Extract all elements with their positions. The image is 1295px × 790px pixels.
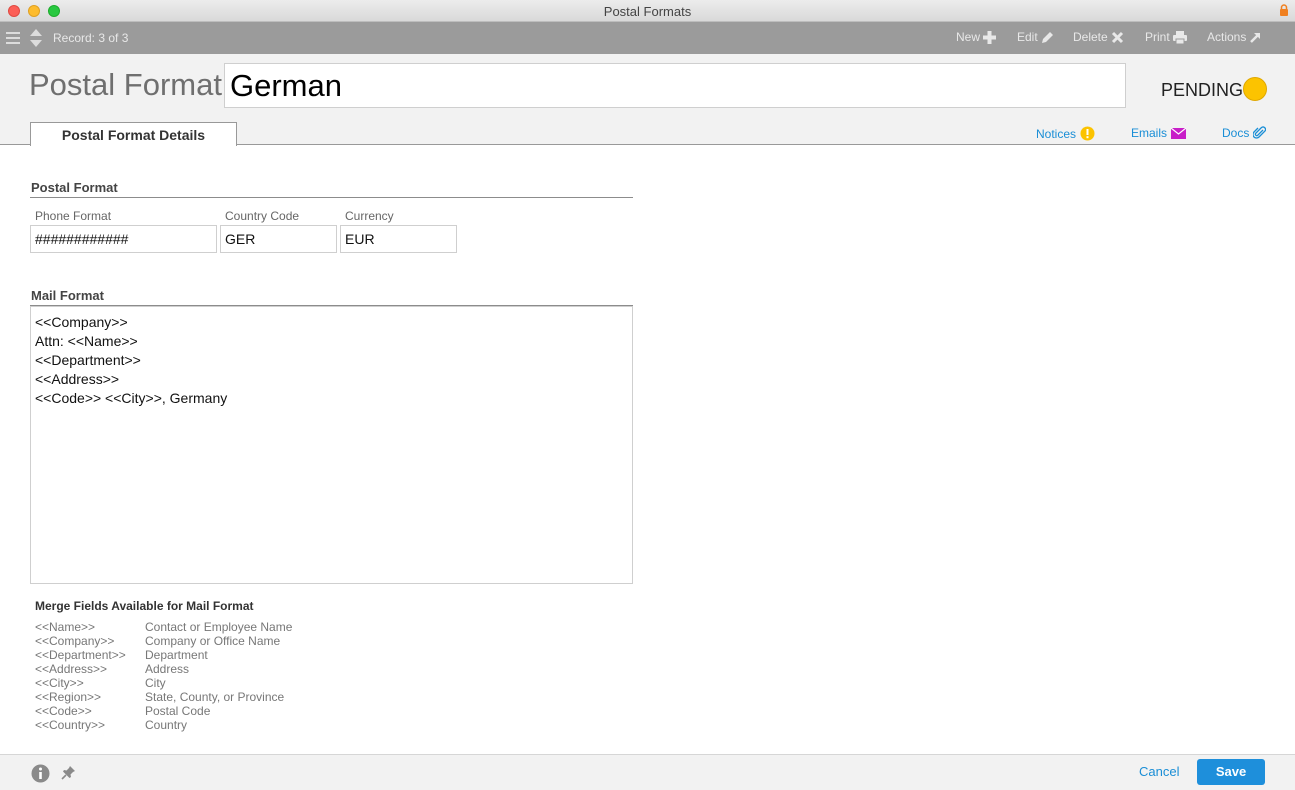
- record-header: Postal Format: PENDING Postal Format Det…: [0, 54, 1295, 146]
- merge-field-code: <<City>>: [35, 676, 84, 690]
- merge-field-description: Contact or Employee Name: [145, 620, 293, 634]
- new-label: New: [956, 30, 981, 44]
- mail-format-line: <<Company>>: [35, 314, 128, 330]
- country-code-input[interactable]: [220, 225, 337, 253]
- delete-x-icon: [1111, 31, 1123, 43]
- merge-field-code: <<Department>>: [35, 648, 126, 662]
- mail-format-line: <<Code>> <<City>>, Germany: [35, 390, 228, 406]
- save-button[interactable]: Save: [1197, 759, 1265, 785]
- emails-link[interactable]: Emails: [1131, 126, 1187, 140]
- arrow-out-icon: [1250, 32, 1261, 43]
- merge-field-description: Country: [145, 718, 188, 732]
- phone-format-input[interactable]: [30, 225, 217, 253]
- tab-postal-format-details[interactable]: Postal Format Details: [30, 122, 237, 146]
- merge-field-code: <<Address>>: [35, 662, 108, 676]
- status-text: PENDING: [1161, 80, 1244, 100]
- currency-input[interactable]: [340, 225, 457, 253]
- mail-format-line: <<Department>>: [35, 352, 141, 368]
- merge-fields-table: <<Name>> Contact or Employee Name <<Compa…: [35, 620, 335, 732]
- merge-field-row: <<Region>> State, County, or Province: [35, 690, 335, 704]
- merge-field-code: <<Company>>: [35, 634, 115, 648]
- delete-label: Delete: [1073, 30, 1108, 44]
- mail-format-section-title: Mail Format: [31, 288, 104, 303]
- pin-icon[interactable]: [61, 765, 76, 780]
- hamburger-menu-icon[interactable]: [6, 31, 20, 45]
- mail-format-line: Attn: <<Name>>: [35, 333, 138, 349]
- exclamation-icon: [1080, 126, 1095, 141]
- merge-field-row: <<Department>> Department: [35, 648, 335, 662]
- paperclip-icon: [1253, 126, 1267, 139]
- toolbar: Record: 3 of 3 New Edit Delete Print Act…: [0, 22, 1295, 54]
- merge-field-code: <<Code>>: [35, 704, 92, 718]
- merge-field-code: <<Region>>: [35, 690, 102, 704]
- merge-field-description: Department: [145, 648, 208, 662]
- merge-field-row: <<Company>> Company or Office Name: [35, 634, 335, 648]
- merge-field-description: State, County, or Province: [145, 690, 285, 704]
- status-indicator[interactable]: [1243, 77, 1267, 101]
- merge-field-row: <<Address>> Address: [35, 662, 335, 676]
- mail-format-line: <<Address>>: [35, 371, 120, 387]
- print-label: Print: [1145, 30, 1170, 44]
- record-navigation-icon[interactable]: [29, 28, 43, 48]
- merge-field-code: <<Country>>: [35, 718, 106, 732]
- postal-format-section-title: Postal Format: [31, 180, 118, 195]
- merge-field-description: Company or Office Name: [145, 634, 281, 648]
- merge-field-description: Postal Code: [145, 704, 211, 718]
- currency-label: Currency: [345, 209, 394, 223]
- info-icon[interactable]: [31, 764, 50, 783]
- cancel-button[interactable]: Cancel: [1139, 764, 1179, 779]
- footer-bar: Cancel Save: [0, 754, 1295, 790]
- record-counter: Record: 3 of 3: [53, 31, 129, 45]
- plus-icon: [983, 30, 997, 44]
- section-divider: [30, 197, 633, 198]
- pencil-icon: [1041, 31, 1053, 43]
- lock-icon[interactable]: [1279, 4, 1289, 17]
- notices-label: Notices: [1036, 126, 1077, 141]
- edit-label: Edit: [1017, 30, 1038, 44]
- docs-link[interactable]: Docs: [1222, 126, 1267, 140]
- merge-field-row: <<Country>> Country: [35, 718, 335, 732]
- country-code-label: Country Code: [225, 209, 300, 223]
- merge-field-row: <<Code>> Postal Code: [35, 704, 335, 718]
- merge-field-row: <<Name>> Contact or Employee Name: [35, 620, 335, 634]
- merge-field-row: <<City>> City: [35, 676, 335, 690]
- docs-label: Docs: [1222, 126, 1250, 140]
- actions-label: Actions: [1207, 30, 1247, 44]
- edit-button[interactable]: Edit: [1017, 30, 1054, 44]
- merge-field-description: Address: [145, 662, 190, 676]
- merge-fields-title: Merge Fields Available for Mail Format: [35, 599, 254, 613]
- notices-link[interactable]: Notices: [1036, 126, 1095, 141]
- print-button[interactable]: Print: [1145, 30, 1187, 44]
- envelope-icon: [1171, 127, 1187, 139]
- printer-icon: [1172, 30, 1187, 44]
- merge-field-code: <<Name>>: [35, 620, 96, 634]
- title-bar: Postal Formats: [0, 0, 1295, 22]
- mail-format-textarea[interactable]: <<Company>> Attn: <<Name>> <<Department>…: [30, 306, 633, 584]
- postal-format-label: Postal Format:: [29, 67, 231, 102]
- emails-label: Emails: [1131, 126, 1168, 140]
- window-title: Postal Formats: [603, 4, 692, 19]
- actions-button[interactable]: Actions: [1207, 30, 1262, 44]
- postal-format-name-input[interactable]: [224, 63, 1126, 108]
- phone-format-label: Phone Format: [35, 209, 112, 223]
- merge-field-description: City: [145, 676, 166, 690]
- new-button[interactable]: New: [956, 30, 997, 44]
- delete-button[interactable]: Delete: [1073, 30, 1124, 44]
